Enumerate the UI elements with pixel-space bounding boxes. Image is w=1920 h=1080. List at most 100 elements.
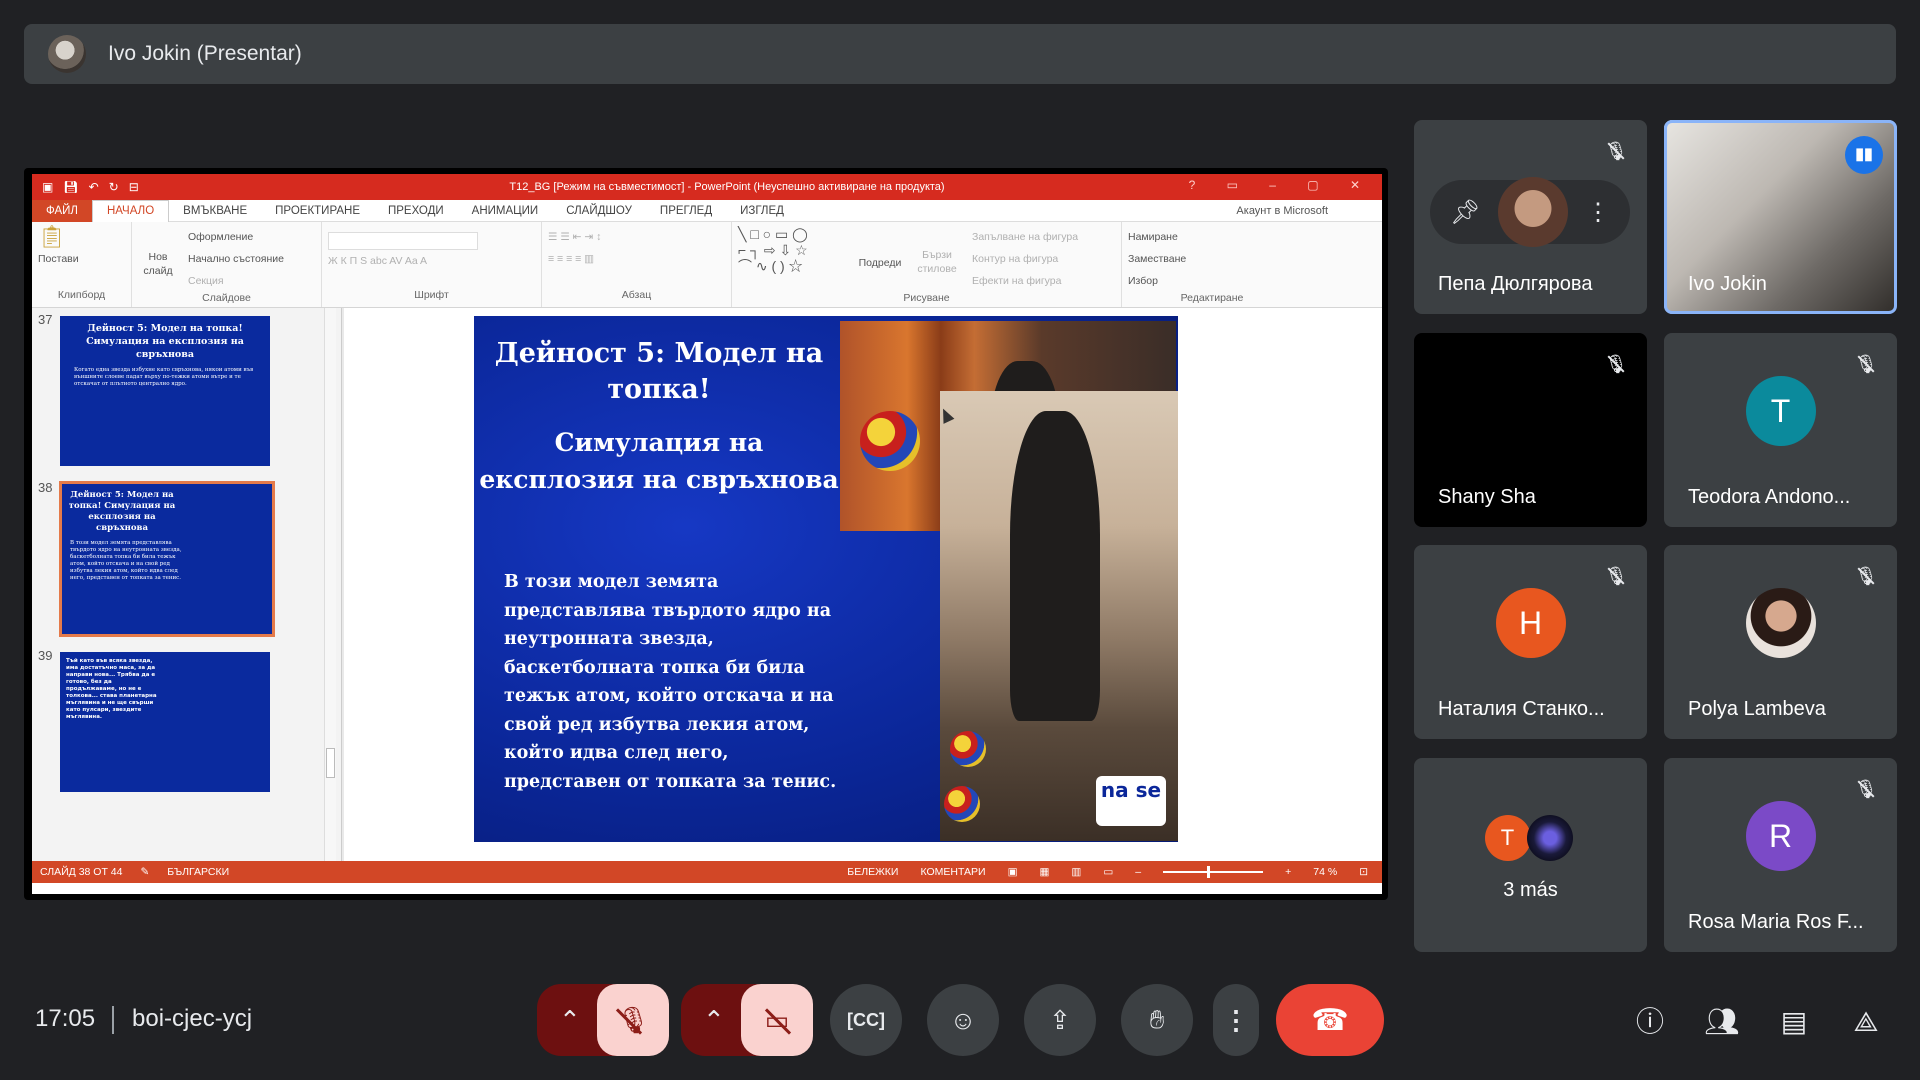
section-button[interactable]: Секция: [188, 270, 284, 292]
comments-button[interactable]: КОМЕНТАРИ: [920, 866, 985, 878]
language-indicator[interactable]: БЪЛГАРСКИ: [167, 866, 229, 878]
redo-icon[interactable]: ↻: [109, 180, 119, 194]
nase-logo: na se: [1096, 776, 1166, 826]
speaking-indicator-icon: ▮▮: [1845, 136, 1883, 174]
participant-tile[interactable]: 🎙︎ Н Наталия Станко...: [1414, 545, 1647, 739]
ribbon-group-paragraph: ☰ ☰ ⇤ ⇥ ↕ ≡ ≡ ≡ ≡ ▥ Абзац: [542, 222, 732, 307]
shapes-gallery[interactable]: ╲ □ ○ ▭ ◯ ⌐ ┐ ⇨ ⇩ ☆ ⌒ ∿ ( ) ☆: [738, 226, 848, 292]
slide-count: СЛАЙД 38 ОТ 44: [40, 866, 123, 878]
tab-animations[interactable]: АНИМАЦИИ: [458, 205, 553, 217]
meeting-details-button[interactable]: ⓘ: [1628, 1000, 1672, 1044]
reset-button[interactable]: Начално състояние: [188, 248, 284, 270]
slide-photo-2: [940, 391, 1178, 841]
normal-view-icon[interactable]: ▣: [1008, 866, 1018, 878]
mic-off-icon: 🎙︎: [1853, 351, 1879, 377]
paste-icon[interactable]: 📋︎: [38, 226, 125, 248]
ribbon-group-editing: Намиране Заместване Избор Редактиране: [1122, 222, 1302, 307]
shape-effects-button[interactable]: Ефекти на фигура: [972, 270, 1078, 292]
captions-button[interactable]: [CC]: [830, 984, 902, 1056]
paste-button[interactable]: Постави: [38, 248, 125, 270]
shape-outline-button[interactable]: Контур на фигура: [972, 248, 1078, 270]
zoom-out-button[interactable]: –: [1135, 866, 1141, 878]
more-participants-tile[interactable]: T 3 más: [1414, 758, 1647, 952]
arrange-button[interactable]: Подреди: [858, 226, 902, 292]
thumbnail-title: Дейност 5: Модел на топка! Симулация на …: [68, 490, 176, 533]
reactions-button[interactable]: ☺: [927, 984, 999, 1056]
microsoft-account[interactable]: Акаунт в Microsoft: [1222, 205, 1342, 217]
participant-initial-avatar: R: [1745, 801, 1816, 871]
layout-button[interactable]: Оформление: [188, 226, 284, 248]
camera-off-icon: ▭: [764, 1004, 790, 1035]
slide-title: Дейност 5: Модел на топка!: [494, 338, 824, 405]
tab-insert[interactable]: ВМЪКВАНЕ: [169, 205, 261, 217]
quick-styles-button[interactable]: Бързи стилове: [912, 226, 962, 292]
slide-thumbnail-39[interactable]: Тъй като във всяка звезда, има достатъчн…: [60, 652, 270, 792]
fit-to-window-icon[interactable]: ⊡: [1359, 866, 1368, 878]
tab-transitions[interactable]: ПРЕХОДИ: [374, 205, 458, 217]
undo-icon[interactable]: ↶: [89, 180, 99, 194]
camera-options-chevron-icon[interactable]: ⌃: [703, 1005, 725, 1036]
info-icon: ⓘ: [1635, 1006, 1664, 1037]
ribbon-group-label: Слайдове: [202, 292, 251, 304]
more-options-icon[interactable]: ⋮: [1586, 198, 1610, 227]
participant-tile[interactable]: ▮▮ Ivo Jokin: [1664, 120, 1897, 314]
slide-canvas[interactable]: Дейност 5: Модел на топка! Симулация на …: [344, 308, 1382, 861]
more-options-button[interactable]: ⋮: [1213, 984, 1259, 1056]
tab-file[interactable]: ФАЙЛ: [32, 199, 92, 222]
zoom-level[interactable]: 74 %: [1313, 866, 1337, 878]
people-button[interactable]: 👥︎: [1700, 1000, 1744, 1044]
participant-name: Ivo Jokin: [1688, 273, 1767, 295]
paragraph-controls[interactable]: ☰ ☰ ⇤ ⇥ ↕ ≡ ≡ ≡ ≡ ▥: [548, 226, 725, 289]
mic-toggle-button[interactable]: 🎙︎: [597, 984, 669, 1056]
meeting-code: boi-cjec-ycj: [132, 1005, 253, 1032]
participant-tile[interactable]: 🎙︎ T Teodora Andono...: [1664, 333, 1897, 527]
save-icon[interactable]: 💾︎: [63, 180, 78, 194]
zoom-slider[interactable]: [1163, 866, 1264, 878]
raise-hand-button[interactable]: ✋︎: [1121, 984, 1193, 1056]
present-screen-button[interactable]: ⇪: [1024, 984, 1096, 1056]
slide-thumbnail-38[interactable]: Дейност 5: Модел на топка! Симулация на …: [59, 481, 275, 637]
tab-view[interactable]: ИЗГЛЕД: [726, 205, 798, 217]
participant-tile[interactable]: 🎙︎ Polya Lambeva: [1664, 545, 1897, 739]
mic-off-icon: 🎙︎: [1603, 563, 1629, 589]
shape-fill-button[interactable]: Запълване на фигура: [972, 226, 1078, 248]
ribbon-tabs: ФАЙЛ НАЧАЛО ВМЪКВАНЕ ПРОЕКТИРАНЕ ПРЕХОДИ…: [32, 199, 1382, 222]
slide-thumbnails-pane[interactable]: 37 Дейност 5: Модел на топка! Симулация …: [32, 308, 342, 861]
participant-photo-avatar: [1526, 815, 1573, 861]
current-slide[interactable]: Дейност 5: Модел на топка! Симулация на …: [474, 316, 1178, 842]
slide-sorter-icon[interactable]: ▦: [1040, 866, 1050, 878]
window-controls[interactable]: ? ▭ – ▢ ✕: [1189, 178, 1374, 192]
start-slideshow-icon[interactable]: ⊟: [129, 180, 139, 194]
replace-button[interactable]: Заместване: [1128, 248, 1296, 270]
spellcheck-icon[interactable]: ✎: [140, 866, 149, 878]
thumbnails-scrollbar[interactable]: [324, 308, 336, 861]
slideshow-view-icon[interactable]: ▭: [1103, 866, 1113, 878]
tab-design[interactable]: ПРОЕКТИРАНЕ: [261, 205, 374, 217]
participant-avatar: [1498, 177, 1569, 247]
ribbon-group-label: Рисуване: [903, 292, 950, 304]
slide-thumbnail-37[interactable]: Дейност 5: Модел на топка! Симулация на …: [60, 316, 270, 466]
activities-button[interactable]: ⟁: [1844, 1000, 1888, 1044]
font-controls[interactable]: Ж К П S abc AV Aa A: [328, 226, 535, 289]
notes-button[interactable]: БЕЛЕЖКИ: [847, 866, 898, 878]
camera-toggle-button[interactable]: ▭: [741, 984, 813, 1056]
zoom-in-button[interactable]: +: [1285, 866, 1291, 878]
tab-home[interactable]: НАЧАЛО: [91, 199, 170, 222]
participant-tile[interactable]: 🎙︎ Shany Sha: [1414, 333, 1647, 527]
reading-view-icon[interactable]: ▥: [1071, 866, 1081, 878]
mic-options-chevron-icon[interactable]: ⌃: [559, 1005, 581, 1036]
find-button[interactable]: Намиране: [1128, 226, 1296, 248]
scrollbar-thumb[interactable]: [326, 748, 335, 778]
select-button[interactable]: Избор: [1128, 270, 1296, 292]
tab-slideshow[interactable]: СЛАЙДШОУ: [552, 205, 646, 217]
participant-tile[interactable]: 🎙︎ 📌︎ ⋮ Пепа Дюлгярова: [1414, 120, 1647, 314]
leave-call-button[interactable]: ☎: [1276, 984, 1384, 1056]
new-slide-button[interactable]: Нов слайд: [138, 226, 178, 292]
chat-button[interactable]: ▤: [1772, 1000, 1816, 1044]
thumbnail-title: Дейност 5: Модел на топка! Симулация на …: [86, 323, 244, 360]
participant-initial-avatar: T: [1745, 376, 1816, 446]
participant-tile[interactable]: 🎙︎ R Rosa Maria Ros F...: [1664, 758, 1897, 952]
thumbnail-number: 37: [38, 312, 53, 327]
pin-icon[interactable]: 📌︎: [1450, 198, 1480, 227]
tab-review[interactable]: ПРЕГЛЕД: [646, 205, 726, 217]
